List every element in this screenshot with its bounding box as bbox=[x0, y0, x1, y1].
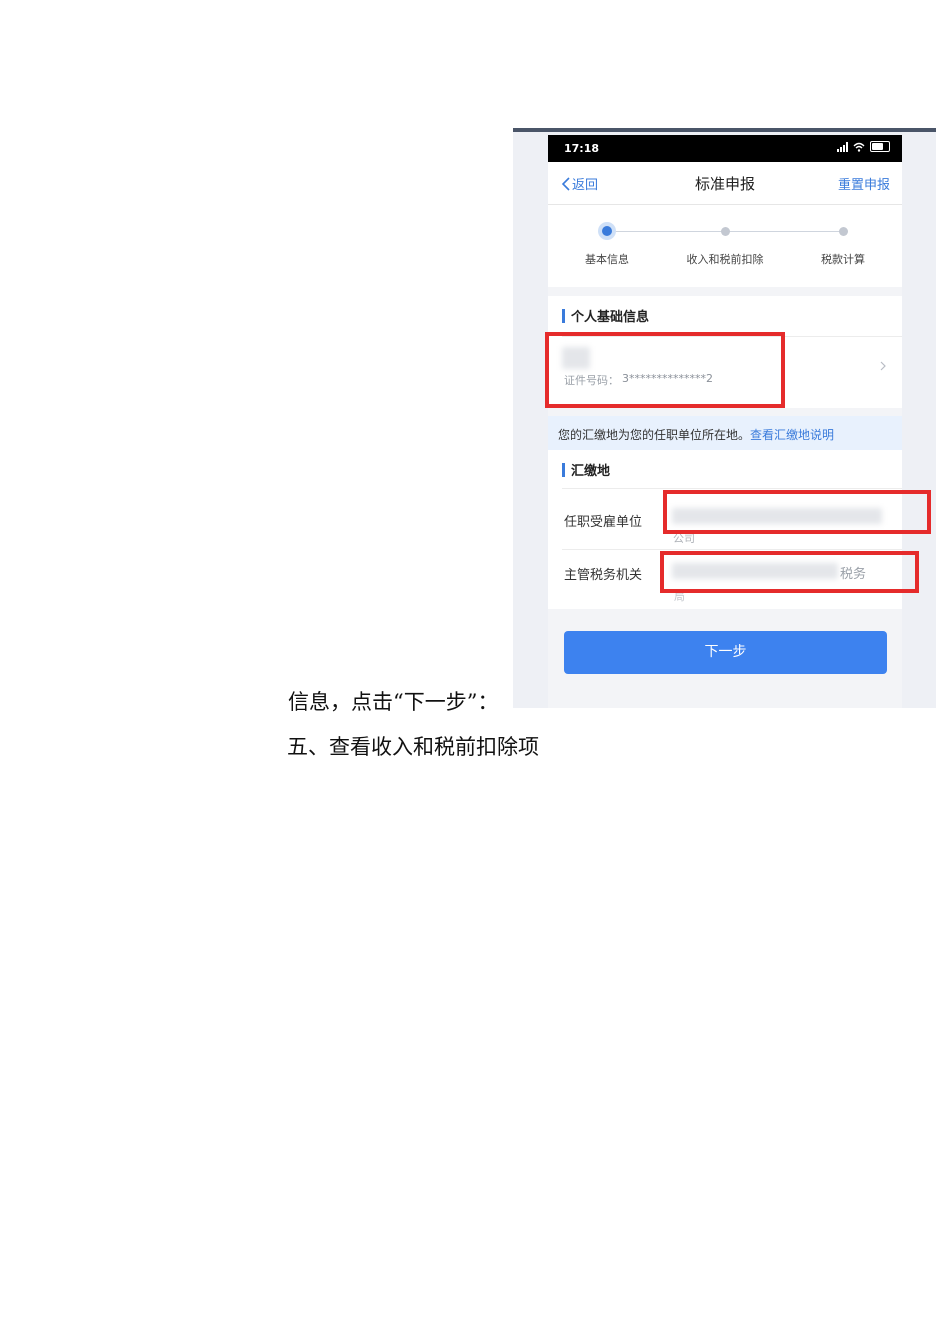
row-divider bbox=[562, 488, 902, 489]
payment-location-title-text: 汇缴地 bbox=[571, 464, 611, 479]
employer-label: 任职受雇单位 bbox=[564, 515, 643, 530]
section-marker bbox=[562, 308, 565, 323]
step-dot-tax-calc bbox=[839, 227, 848, 236]
notice-link[interactable]: 查看汇缴地说明 bbox=[750, 428, 834, 442]
reset-button[interactable]: 重置申报 bbox=[838, 174, 890, 193]
notice-text: 您的汇缴地为您的任职单位所在地。 bbox=[558, 428, 751, 442]
personal-info-title-text: 个人基础信息 bbox=[571, 310, 650, 325]
tax-office-label: 主管税务机关 bbox=[564, 568, 643, 583]
step-dot-income bbox=[721, 227, 730, 236]
nav-bar: 返回 标准申报 重置申报 bbox=[548, 162, 902, 205]
chevron-right-icon bbox=[880, 361, 886, 371]
step-label-income: 收入和税前扣除 bbox=[686, 253, 764, 266]
status-time: 17:18 bbox=[564, 142, 600, 155]
highlight-tax-office bbox=[660, 551, 919, 593]
battery-icon bbox=[870, 141, 890, 152]
personal-info-title: 个人基础信息 bbox=[562, 306, 649, 325]
status-bar: 17:18 bbox=[548, 135, 902, 162]
embedded-screenshot: 17:18 返回 标准申报 重置申报 基本信息 收入和税前扣除 税款计算 个人基… bbox=[513, 128, 936, 708]
phone-screen: 17:18 返回 标准申报 重置申报 基本信息 收入和税前扣除 税款计算 个人基… bbox=[548, 135, 902, 708]
highlight-employer bbox=[663, 490, 931, 534]
payment-location-notice: 您的汇缴地为您的任职单位所在地。查看汇缴地说明 bbox=[548, 416, 902, 450]
row-divider bbox=[562, 549, 902, 550]
section-heading: 五、查看收入和税前扣除项 bbox=[287, 735, 539, 759]
step-label-tax-calc: 税款计算 bbox=[821, 253, 865, 266]
section-marker bbox=[562, 462, 565, 477]
screenshot-top-border bbox=[513, 128, 936, 132]
step-label-basic-info: 基本信息 bbox=[585, 253, 629, 266]
status-icons bbox=[837, 141, 890, 152]
wifi-icon bbox=[853, 142, 865, 152]
step-dot-basic-info bbox=[602, 226, 612, 236]
signal-icon bbox=[837, 141, 848, 152]
progress-steps: 基本信息 收入和税前扣除 税款计算 bbox=[548, 205, 902, 287]
instruction-text: 信息，点击“下一步”： bbox=[288, 690, 499, 714]
highlight-personal-info bbox=[545, 332, 785, 408]
payment-location-title: 汇缴地 bbox=[562, 460, 610, 479]
next-step-button[interactable]: 下一步 bbox=[564, 631, 887, 674]
